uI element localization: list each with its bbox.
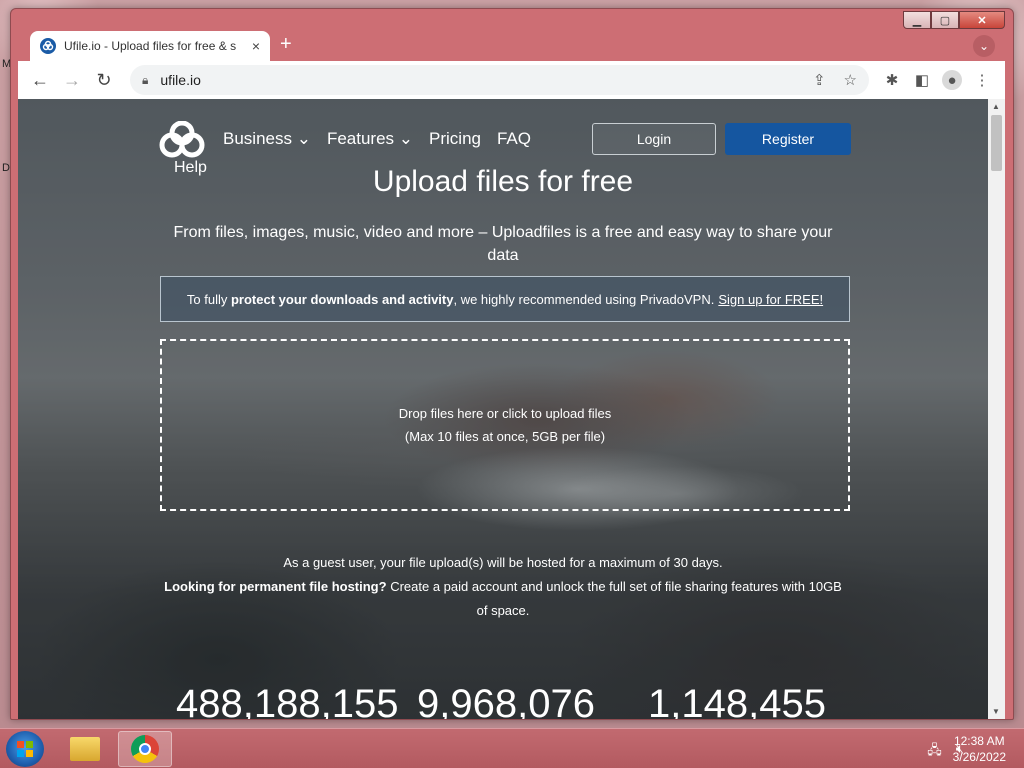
tab-title: Ufile.io - Upload files for free & s bbox=[64, 39, 237, 53]
vpn-middle: , we highly recommended using PrivadoVPN… bbox=[453, 291, 715, 307]
side-panel-icon[interactable]: ◧ bbox=[907, 71, 937, 89]
main-nav: Business ⌄ Features ⌄ Pricing FAQ bbox=[223, 129, 531, 149]
stat-counter: 1,148,455 bbox=[648, 682, 826, 719]
dropzone-line1: Drop files here or click to upload files bbox=[398, 406, 612, 421]
tab-strip: Ufile.io - Upload files for free & s × +… bbox=[18, 17, 1005, 61]
windows-logo-icon bbox=[17, 741, 33, 757]
page-scrollbar[interactable]: ▲ ▼ bbox=[988, 99, 1005, 719]
lock-icon[interactable]: 🔒︎ bbox=[142, 73, 148, 88]
desktop-icon-label: D bbox=[2, 162, 10, 174]
nav-features[interactable]: Features ⌄ bbox=[327, 129, 413, 149]
page-subtitle: From files, images, music, video and mor… bbox=[173, 224, 833, 264]
new-tab-button[interactable]: + bbox=[280, 33, 292, 56]
scroll-up-icon[interactable]: ▲ bbox=[992, 102, 1000, 111]
guest-notice: As a guest user, your file upload(s) wil… bbox=[158, 551, 848, 623]
clock-date: 3/26/2022 bbox=[952, 750, 1006, 764]
vpn-bold: protect your downloads and activity bbox=[230, 291, 454, 307]
login-button[interactable]: Login bbox=[592, 123, 716, 155]
page-viewport: Help Business ⌄ Features ⌄ Pricing FAQ L… bbox=[18, 99, 1005, 719]
taskbar-explorer[interactable] bbox=[58, 731, 112, 767]
network-icon[interactable]: 🖧︎ bbox=[927, 741, 942, 763]
browser-tab[interactable]: Ufile.io - Upload files for free & s × bbox=[30, 31, 270, 61]
tab-search-icon[interactable]: ⌄ bbox=[973, 35, 995, 57]
browser-window: ▁ ▢ ✕ Ufile.io - Upload files for free &… bbox=[10, 8, 1014, 720]
taskbar-chrome[interactable] bbox=[118, 731, 172, 767]
browser-chrome: Ufile.io - Upload files for free & s × +… bbox=[18, 17, 1005, 719]
nav-faq[interactable]: FAQ bbox=[497, 129, 531, 149]
back-icon[interactable]: ← bbox=[26, 66, 54, 94]
nav-pricing[interactable]: Pricing bbox=[429, 129, 481, 149]
nav-business[interactable]: Business ⌄ bbox=[223, 129, 311, 149]
folder-icon bbox=[70, 737, 100, 761]
forward-icon[interactable]: → bbox=[58, 66, 86, 94]
vpn-banner: To fully protect your downloads and acti… bbox=[160, 276, 850, 322]
stat-counter: 9,968,076 bbox=[417, 682, 595, 719]
chrome-icon bbox=[131, 735, 159, 763]
register-button[interactable]: Register bbox=[725, 123, 851, 155]
page-title: Upload files for free bbox=[372, 165, 634, 198]
menu-icon[interactable]: ⋮ bbox=[967, 71, 997, 89]
dropzone-line2: (Max 10 files at once, 5GB per file) bbox=[404, 429, 606, 444]
url-text[interactable]: ufile.io bbox=[160, 72, 795, 88]
permanent-hosting-bold: Looking for permanent file hosting? bbox=[164, 579, 387, 594]
taskbar: 🖧︎ 🔇︎ 12:38 AM 3/26/2022 bbox=[0, 728, 1024, 768]
tab-close-icon[interactable]: × bbox=[252, 38, 260, 54]
ufile-logo[interactable] bbox=[158, 121, 206, 159]
address-bar[interactable]: 🔒︎ ufile.io ⇪ ☆ bbox=[130, 65, 869, 95]
permanent-hosting-text: Create a paid account and unlock the ful… bbox=[390, 579, 842, 618]
taskbar-clock[interactable]: 12:38 AM 3/26/2022 bbox=[953, 733, 1006, 765]
start-button[interactable] bbox=[6, 731, 44, 767]
bookmark-star-icon[interactable]: ☆ bbox=[844, 71, 857, 89]
profile-icon[interactable]: ● bbox=[937, 70, 967, 90]
vpn-signup-link[interactable]: Sign up for FREE! bbox=[718, 292, 823, 307]
upload-dropzone[interactable]: Drop files here or click to upload files… bbox=[160, 339, 850, 511]
scroll-down-icon[interactable]: ▼ bbox=[992, 707, 1000, 716]
extensions-icon[interactable]: ✱ bbox=[877, 71, 907, 89]
vpn-prefix: To fully bbox=[186, 291, 228, 307]
favicon-icon bbox=[40, 38, 56, 54]
share-icon[interactable]: ⇪ bbox=[813, 71, 826, 89]
browser-toolbar: ← → ↻ 🔒︎ ufile.io ⇪ ☆ ✱ ◧ ● ⋮ bbox=[18, 61, 1005, 99]
clock-time: 12:38 AM bbox=[953, 734, 1005, 748]
page-content: Help Business ⌄ Features ⌄ Pricing FAQ L… bbox=[18, 99, 988, 719]
reload-icon[interactable]: ↻ bbox=[90, 66, 118, 94]
scrollbar-thumb[interactable] bbox=[991, 115, 1002, 171]
stat-counter: 488,188,155 bbox=[176, 682, 399, 719]
guest-line: As a guest user, your file upload(s) wil… bbox=[283, 555, 723, 570]
